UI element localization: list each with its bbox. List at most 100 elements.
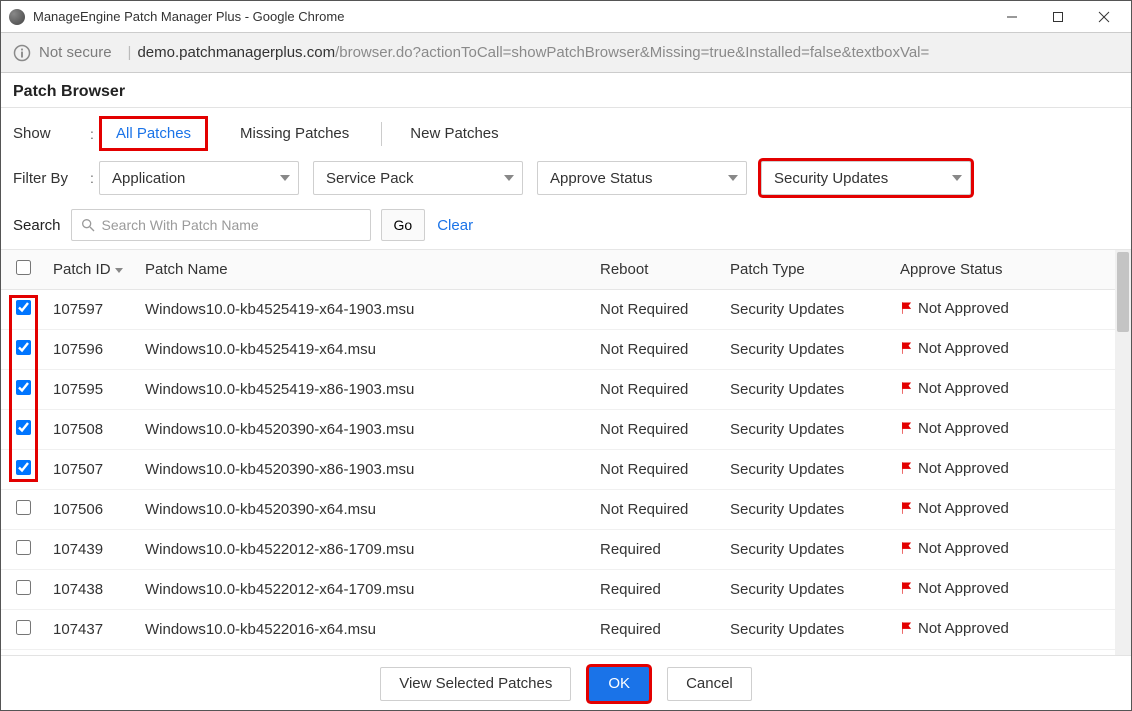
filter-row: Filter By : Application Service Pack App… xyxy=(13,161,1119,195)
header-reboot[interactable]: Reboot xyxy=(592,250,722,290)
cell-patch-name: Windows10.0-kb4525419-x86-1903.msu xyxy=(137,370,592,410)
cell-patch-id: 107507 xyxy=(45,450,137,490)
filter-servicepack-dropdown[interactable]: Service Pack xyxy=(313,161,523,195)
cell-patch-id: 107506 xyxy=(45,490,137,530)
flag-icon xyxy=(900,461,914,479)
search-icon xyxy=(80,217,96,233)
go-button[interactable]: Go xyxy=(381,209,426,241)
table-row[interactable]: 107506Windows10.0-kb4520390-x64.msuNot R… xyxy=(1,490,1115,530)
cell-approve-status: Not Approved xyxy=(892,650,1115,656)
dropdown-value: Application xyxy=(112,170,185,187)
header-patch-id[interactable]: Patch ID xyxy=(45,250,137,290)
row-checkbox[interactable] xyxy=(16,580,31,595)
show-row: Show : All Patches Missing Patches New P… xyxy=(13,116,1119,151)
row-checkbox[interactable] xyxy=(16,620,31,635)
filter-approvestatus-dropdown[interactable]: Approve Status xyxy=(537,161,747,195)
header-patch-name[interactable]: Patch Name xyxy=(137,250,592,290)
url-path: /browser.do?actionToCall=showPatchBrowse… xyxy=(335,44,929,61)
patch-table: Patch ID Patch Name Reboot Patch Type Ap… xyxy=(1,250,1115,655)
select-all-checkbox[interactable] xyxy=(16,260,31,275)
flag-icon xyxy=(900,541,914,559)
search-row: Search Go Clear xyxy=(1,209,1131,249)
scrollbar-thumb[interactable] xyxy=(1117,252,1129,332)
row-checkbox[interactable] xyxy=(16,500,31,515)
tab-new-patches[interactable]: New Patches xyxy=(396,119,512,148)
cell-approve-status: Not Approved xyxy=(892,530,1115,570)
table-row[interactable]: 107507Windows10.0-kb4520390-x86-1903.msu… xyxy=(1,450,1115,490)
table-row[interactable]: 107597Windows10.0-kb4525419-x64-1903.msu… xyxy=(1,290,1115,330)
filter-application-dropdown[interactable]: Application xyxy=(99,161,299,195)
header-approve-status[interactable]: Approve Status xyxy=(892,250,1115,290)
chevron-down-icon xyxy=(280,175,290,181)
clear-link[interactable]: Clear xyxy=(437,217,473,234)
tab-all-patches[interactable]: All Patches xyxy=(99,116,208,151)
cancel-button[interactable]: Cancel xyxy=(667,667,752,701)
cell-approve-status: Not Approved xyxy=(892,450,1115,490)
cell-patch-id: 107596 xyxy=(45,330,137,370)
cell-patch-type: Security Updates xyxy=(722,450,892,490)
dropdown-value: Approve Status xyxy=(550,170,653,187)
cell-approve-status: Not Approved xyxy=(892,410,1115,450)
cell-patch-type: Security Updates xyxy=(722,330,892,370)
cell-patch-type: Security Updates xyxy=(722,410,892,450)
cell-patch-name: Windows10.0-kb4520390-x64-1903.msu xyxy=(137,410,592,450)
close-button[interactable] xyxy=(1081,1,1127,33)
cell-patch-name: Windows10.0-kb4522016-x64.msu xyxy=(137,610,592,650)
row-checkbox[interactable] xyxy=(16,340,31,355)
minimize-button[interactable] xyxy=(989,1,1035,33)
table-row[interactable]: 107595Windows10.0-kb4525419-x86-1903.msu… xyxy=(1,370,1115,410)
favicon-icon xyxy=(9,9,25,25)
chevron-down-icon xyxy=(504,175,514,181)
window-titlebar: ManageEngine Patch Manager Plus - Google… xyxy=(1,1,1131,33)
cell-reboot: Required xyxy=(592,610,722,650)
chevron-down-icon xyxy=(728,175,738,181)
cell-approve-status: Not Approved xyxy=(892,490,1115,530)
address-bar[interactable]: Not secure | demo.patchmanagerplus.com/b… xyxy=(1,33,1131,73)
header-patch-type[interactable]: Patch Type xyxy=(722,250,892,290)
cell-patch-id: 107439 xyxy=(45,530,137,570)
table-row[interactable]: 107508Windows10.0-kb4520390-x64-1903.msu… xyxy=(1,410,1115,450)
row-checkbox[interactable] xyxy=(16,300,31,315)
maximize-button[interactable] xyxy=(1035,1,1081,33)
row-checkbox[interactable] xyxy=(16,420,31,435)
search-box[interactable] xyxy=(71,209,371,241)
footer: View Selected Patches OK Cancel xyxy=(1,655,1131,711)
vertical-scrollbar[interactable] xyxy=(1115,250,1131,655)
cell-patch-name: Windows10.0-kb4522012-x86-1709.msu xyxy=(137,530,592,570)
table-row[interactable]: 107439Windows10.0-kb4522012-x86-1709.msu… xyxy=(1,530,1115,570)
row-checkbox[interactable] xyxy=(16,380,31,395)
cell-patch-name: Windows10.0-kb4525419-x64-1903.msu xyxy=(137,290,592,330)
cell-reboot: Required xyxy=(592,650,722,656)
row-checkbox[interactable] xyxy=(16,540,31,555)
cell-reboot: Required xyxy=(592,530,722,570)
table-row[interactable]: 107438Windows10.0-kb4522012-x64-1709.msu… xyxy=(1,570,1115,610)
cell-approve-status: Not Approved xyxy=(892,610,1115,650)
search-input[interactable] xyxy=(102,217,362,233)
cell-approve-status: Not Approved xyxy=(892,370,1115,410)
table-row[interactable]: 107436Windows10.0-kb4522016-x64-1903.msu… xyxy=(1,650,1115,656)
flag-icon xyxy=(900,501,914,519)
tab-missing-patches[interactable]: Missing Patches xyxy=(226,119,363,148)
cell-reboot: Not Required xyxy=(592,410,722,450)
table-row[interactable]: 107437Windows10.0-kb4522016-x64.msuRequi… xyxy=(1,610,1115,650)
view-selected-button[interactable]: View Selected Patches xyxy=(380,667,571,701)
cell-reboot: Not Required xyxy=(592,330,722,370)
sort-desc-icon xyxy=(115,268,123,273)
cell-patch-name: Windows10.0-kb4520390-x86-1903.msu xyxy=(137,450,592,490)
cell-patch-type: Security Updates xyxy=(722,370,892,410)
cell-patch-type: Security Updates xyxy=(722,490,892,530)
table-wrap: Patch ID Patch Name Reboot Patch Type Ap… xyxy=(1,249,1131,655)
table-body: 107597Windows10.0-kb4525419-x64-1903.msu… xyxy=(1,290,1115,656)
tabs-divider xyxy=(381,122,382,146)
cell-patch-id: 107597 xyxy=(45,290,137,330)
filter-securityupdates-dropdown[interactable]: Security Updates xyxy=(761,161,971,195)
cell-patch-name: Windows10.0-kb4522012-x64-1709.msu xyxy=(137,570,592,610)
row-checkbox[interactable] xyxy=(16,460,31,475)
cell-patch-type: Security Updates xyxy=(722,290,892,330)
table-row[interactable]: 107596Windows10.0-kb4525419-x64.msuNot R… xyxy=(1,330,1115,370)
cell-reboot: Required xyxy=(592,570,722,610)
cell-patch-name: Windows10.0-kb4520390-x64.msu xyxy=(137,490,592,530)
cell-patch-id: 107595 xyxy=(45,370,137,410)
header-checkbox[interactable] xyxy=(1,250,45,290)
ok-button[interactable]: OK xyxy=(589,667,649,701)
